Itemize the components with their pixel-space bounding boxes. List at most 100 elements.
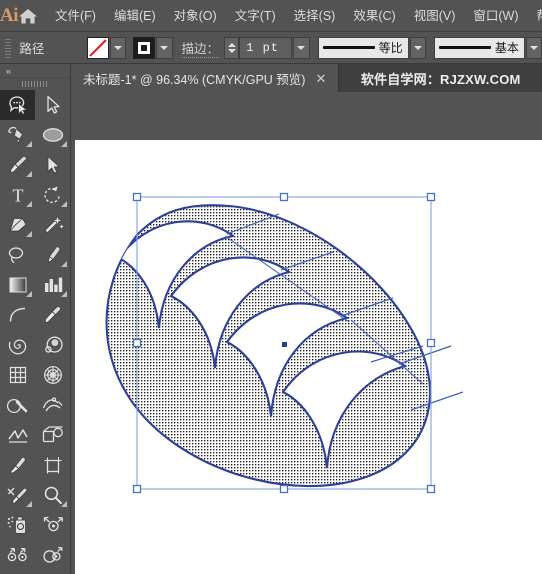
zoom-tool[interactable] bbox=[35, 480, 70, 510]
width-tool[interactable] bbox=[35, 390, 70, 420]
blob-brush-tool[interactable] bbox=[35, 330, 70, 360]
handle-middle-left[interactable] bbox=[132, 338, 142, 348]
canvas-gutter bbox=[71, 92, 542, 140]
menu-type[interactable]: 文字(T) bbox=[226, 0, 285, 32]
tool-flyout-indicator bbox=[61, 291, 67, 297]
menu-effect[interactable]: 效果(C) bbox=[344, 0, 404, 32]
gradient-tool[interactable] bbox=[0, 270, 35, 300]
tool-flyout-indicator bbox=[26, 201, 32, 207]
width-profile-select[interactable]: 等比 bbox=[317, 36, 409, 59]
handle-bottom-right[interactable] bbox=[426, 484, 436, 494]
artboard[interactable] bbox=[75, 140, 542, 574]
tool-flyout-indicator bbox=[61, 141, 67, 147]
scissors-tool[interactable] bbox=[35, 420, 70, 450]
menu-file[interactable]: 文件(F) bbox=[46, 0, 105, 32]
tool-flyout-indicator bbox=[61, 501, 67, 507]
handle-bottom-left[interactable] bbox=[132, 484, 142, 494]
handle-top-right[interactable] bbox=[426, 192, 436, 202]
stroke-weight-label[interactable]: 描边： bbox=[181, 38, 220, 58]
arc-tool[interactable] bbox=[0, 300, 35, 330]
stroke-swatch[interactable] bbox=[133, 36, 156, 59]
scale-tool[interactable] bbox=[35, 510, 70, 540]
tools-panel: « T bbox=[0, 64, 71, 574]
paintbrush-alt-tool[interactable] bbox=[0, 480, 35, 510]
pen-tool[interactable] bbox=[0, 120, 35, 150]
tool-flyout-indicator bbox=[26, 291, 32, 297]
type-tool[interactable]: T bbox=[0, 180, 35, 210]
fill-swatch[interactable] bbox=[87, 36, 110, 59]
pencil-tool[interactable] bbox=[35, 240, 70, 270]
handle-bottom-center[interactable] bbox=[279, 484, 289, 494]
canvas-area[interactable] bbox=[71, 92, 542, 574]
handle-top-left[interactable] bbox=[132, 192, 142, 202]
eraser-tool[interactable] bbox=[0, 210, 35, 240]
tool-flyout-indicator bbox=[26, 141, 32, 147]
live-paint-bucket-tool[interactable] bbox=[35, 570, 70, 574]
spiral-tool[interactable] bbox=[0, 330, 35, 360]
illustrator-window: Ai 文件(F) 编辑(E) 对象(O) 文字(T) 选择(S) 效果(C) 视… bbox=[0, 0, 542, 574]
menu-edit[interactable]: 编辑(E) bbox=[105, 0, 165, 32]
tool-flyout-indicator bbox=[26, 231, 32, 237]
stroke-weight-dropdown-button[interactable] bbox=[293, 36, 310, 59]
brush-definition-select[interactable]: 基本 bbox=[433, 36, 525, 59]
stepper-up-icon bbox=[227, 42, 236, 47]
rectangular-grid-tool[interactable] bbox=[0, 360, 35, 390]
stroke-weight-stepper[interactable] bbox=[224, 36, 240, 59]
menu-help[interactable]: 帮 bbox=[528, 0, 542, 32]
blend-tool[interactable] bbox=[35, 540, 70, 570]
rotate-alt-tool[interactable] bbox=[0, 570, 35, 574]
width-profile-dropdown-button[interactable] bbox=[409, 36, 426, 59]
wrinkle-tool[interactable] bbox=[0, 420, 35, 450]
magic-wand-tool[interactable] bbox=[35, 210, 70, 240]
stepper-down-icon bbox=[227, 48, 236, 53]
close-icon[interactable]: ✕ bbox=[315, 72, 326, 85]
eyedropper-tool[interactable] bbox=[35, 300, 70, 330]
document-tab-bar: 未标题-1* @ 96.34% (CMYK/GPU 预览) ✕ 软件自学网：RJ… bbox=[71, 64, 542, 92]
center-anchor-point[interactable] bbox=[282, 342, 287, 347]
menu-bar: Ai 文件(F) 编辑(E) 对象(O) 文字(T) 选择(S) 效果(C) 视… bbox=[0, 0, 542, 32]
crop-tool[interactable] bbox=[35, 450, 70, 480]
free-transform-tool[interactable] bbox=[0, 540, 35, 570]
tool-flyout-indicator bbox=[61, 201, 67, 207]
rotate-tool[interactable] bbox=[35, 180, 70, 210]
direct-selection-tool[interactable] bbox=[35, 150, 70, 180]
brush-definition-preview bbox=[438, 46, 491, 49]
shape-builder-tool[interactable] bbox=[0, 390, 35, 420]
tools-panel-header: « bbox=[0, 64, 70, 78]
stroke-weight-input[interactable]: 1 pt bbox=[239, 36, 293, 59]
symbol-sprayer-tool[interactable] bbox=[0, 510, 35, 540]
brush-definition-dropdown-button[interactable] bbox=[525, 36, 542, 59]
chevron-down-icon bbox=[297, 45, 306, 50]
stroke-dropdown-button[interactable] bbox=[156, 36, 173, 59]
artwork-baguette[interactable] bbox=[75, 140, 542, 574]
collapse-panel-icon[interactable]: « bbox=[6, 66, 11, 76]
knife-tool[interactable] bbox=[0, 450, 35, 480]
selected-object-type: 路径 bbox=[19, 42, 45, 56]
tools-grid: T bbox=[0, 90, 70, 574]
control-bar-grip[interactable] bbox=[3, 36, 13, 59]
handle-middle-right[interactable] bbox=[426, 338, 436, 348]
polar-grid-tool[interactable] bbox=[35, 360, 70, 390]
chevron-down-icon bbox=[529, 45, 538, 50]
ellipse-tool[interactable] bbox=[35, 120, 70, 150]
home-icon[interactable] bbox=[18, 0, 38, 32]
fill-dropdown-button[interactable] bbox=[110, 36, 127, 59]
menu-select[interactable]: 选择(S) bbox=[285, 0, 345, 32]
selection-tool[interactable] bbox=[35, 90, 70, 120]
tools-panel-grip[interactable] bbox=[0, 78, 70, 90]
app-logo: Ai bbox=[0, 4, 19, 26]
lasso-tool[interactable] bbox=[0, 240, 35, 270]
column-graph-tool[interactable] bbox=[35, 270, 70, 300]
menu-view[interactable]: 视图(V) bbox=[405, 0, 465, 32]
menu-window[interactable]: 窗口(W) bbox=[464, 0, 527, 32]
chevron-down-icon bbox=[114, 45, 123, 50]
width-profile-label: 等比 bbox=[378, 41, 403, 55]
brush-definition-label: 基本 bbox=[494, 41, 519, 55]
paintbrush-tool[interactable] bbox=[0, 150, 35, 180]
handle-top-center[interactable] bbox=[279, 192, 289, 202]
stroke-swatch-inner bbox=[138, 41, 151, 54]
menu-object[interactable]: 对象(O) bbox=[165, 0, 226, 32]
shaper-tool[interactable] bbox=[0, 90, 35, 120]
document-tab[interactable]: 未标题-1* @ 96.34% (CMYK/GPU 预览) ✕ bbox=[71, 64, 340, 92]
control-bar: 路径 描边： 1 pt 等比 基本 bbox=[0, 32, 542, 64]
